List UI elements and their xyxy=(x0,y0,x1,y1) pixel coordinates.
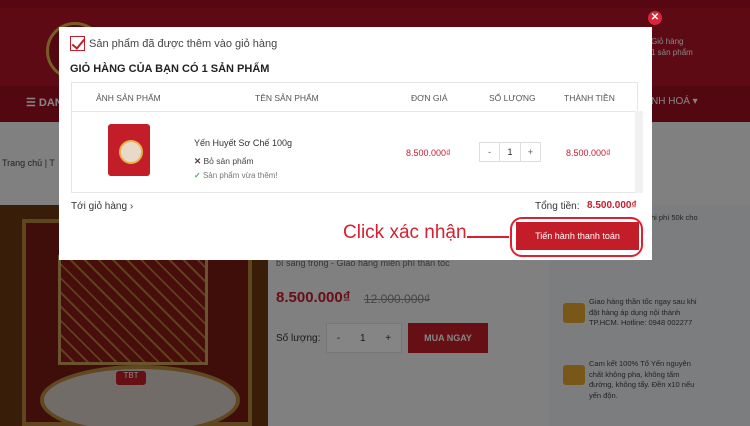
cart-qty-input[interactable]: 1 xyxy=(499,143,521,161)
col-header-total: THÀNH TIỀN xyxy=(564,93,615,103)
col-header-name: TÊN SẢN PHẨM xyxy=(255,93,319,103)
total-value: 8.500.000₫ xyxy=(587,200,637,211)
callout-text: Click xác nhận xyxy=(343,222,467,243)
cart-item-name[interactable]: Yến Huyết Sơ Chế 100g xyxy=(194,138,292,148)
highlight-ring xyxy=(510,217,643,257)
cart-table-row: Yến Huyết Sơ Chế 100g ✕ Bỏ sản phẩm ✓ Sả… xyxy=(71,111,638,193)
remove-item-label: Bỏ sản phẩm xyxy=(203,156,254,166)
close-x-icon: ✕ xyxy=(194,156,202,166)
cart-item-unit-price: 8.500.000₫ xyxy=(406,148,451,158)
table-scrollbar[interactable] xyxy=(635,111,643,193)
cart-qty-minus-button[interactable]: - xyxy=(480,143,499,161)
close-icon[interactable]: ✕ xyxy=(648,11,662,25)
product-thumbnail[interactable] xyxy=(108,124,150,176)
cart-qty-plus-button[interactable]: + xyxy=(521,143,540,161)
cart-heading: GIỎ HÀNG CỦA BẠN CÓ 1 SẢN PHẨM xyxy=(70,63,270,75)
checkmark-icon xyxy=(70,36,85,51)
col-header-image: ẢNH SẢN PHẨM xyxy=(96,93,161,103)
total-label: Tổng tiền: xyxy=(535,201,580,212)
goto-cart-link[interactable]: Tới giỏ hàng › xyxy=(71,201,133,212)
cart-table-header: ẢNH SẢN PHẨM TÊN SẢN PHẨM ĐƠN GIÁ SỐ LƯỢ… xyxy=(71,82,638,111)
col-header-qty: SỐ LƯỢNG xyxy=(489,93,536,103)
check-icon: ✓ xyxy=(194,171,201,180)
added-notice: Sản phẩm đã được thêm vào giỏ hàng xyxy=(89,38,278,50)
cart-quantity-stepper: - 1 + xyxy=(479,142,541,162)
cart-item-line-total: 8.500.000₫ xyxy=(566,148,611,158)
item-added-label: Sản phẩm vừa thêm! xyxy=(202,171,278,180)
remove-item-link[interactable]: ✕ Bỏ sản phẩm xyxy=(194,156,254,167)
callout-arrow xyxy=(467,236,509,238)
item-added-status: ✓ Sản phẩm vừa thêm! xyxy=(194,171,278,180)
col-header-price: ĐƠN GIÁ xyxy=(411,93,448,103)
